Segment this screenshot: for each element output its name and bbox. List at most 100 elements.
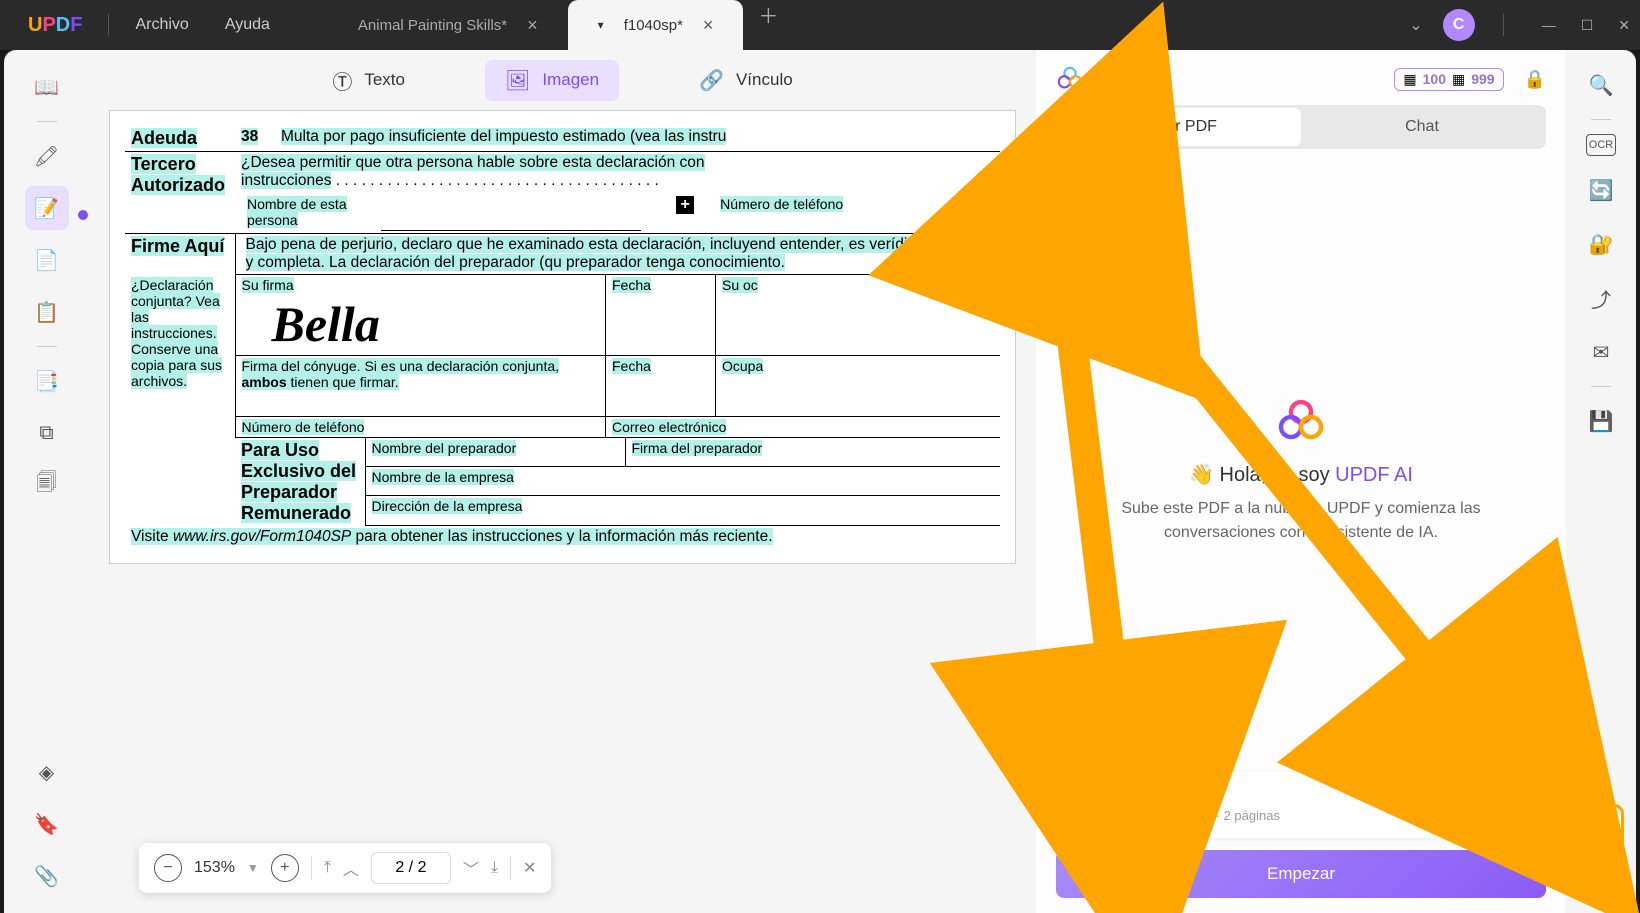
first-page-icon[interactable]: ⤒ <box>324 859 331 877</box>
lock-icon[interactable]: 🔒 <box>1524 69 1546 90</box>
tab-inactive[interactable]: Animal Painting Skills* × <box>328 0 568 50</box>
next-page-icon[interactable]: ﹀ <box>463 856 479 880</box>
divider <box>108 14 109 36</box>
divider <box>1503 14 1504 36</box>
ai-header: UPDF AI ▦100 ▦999 🔒 <box>1056 65 1546 93</box>
image-tool[interactable]: 🖼 Imagen <box>485 60 619 101</box>
pdf-file-icon: PDF <box>1071 784 1109 826</box>
file-info: f1040sp PDF · 158.5 KB · 2 páginas <box>1121 788 1280 823</box>
close-icon[interactable]: × <box>703 15 714 36</box>
prev-page-icon[interactable]: ︿ <box>343 856 359 880</box>
layers-icon[interactable]: ◈ <box>25 750 69 794</box>
active-tool-indicator <box>78 210 88 220</box>
doc-text: para obtener las instrucciones y la info… <box>351 528 772 545</box>
email-icon[interactable]: ✉ <box>1581 332 1621 372</box>
comment-tool-icon[interactable]: 🖍 <box>25 134 69 178</box>
ai-description: Sube este PDF a la nube de UPDF y comien… <box>1071 497 1531 545</box>
edit-toolbar: Ⓣ Texto 🖼 Imagen 🔗 Vínculo <box>89 50 1036 110</box>
doc-text: Nombre de la empresa <box>372 469 514 485</box>
separator <box>37 346 57 347</box>
crop-tool-icon[interactable]: ⧉ <box>25 411 69 455</box>
form-tool-icon[interactable]: 📋 <box>25 290 69 334</box>
share-icon[interactable]: ⤴ <box>1581 278 1621 318</box>
edit-tool-icon[interactable]: 📝 <box>25 186 69 230</box>
ai-big-logo-icon <box>1276 397 1326 447</box>
link-tool-label: Vínculo <box>736 70 793 90</box>
titlebar: UPDF Archivo Ayuda Animal Painting Skill… <box>0 0 1640 50</box>
main: 📖 🖍 📝 📄 📋 📑 ⧉ 🗐 ◈ 🔖 📎 Ⓣ Texto 🖼 Imagen <box>4 50 1636 913</box>
tab-active[interactable]: ▾ f1040sp* × <box>568 0 744 50</box>
avatar[interactable]: C <box>1443 9 1475 41</box>
doc-text: 38 <box>241 128 258 145</box>
link-tool[interactable]: 🔗 Vínculo <box>679 60 813 101</box>
doc-url: www.irs.gov/Form1040SP <box>173 528 351 545</box>
zoom-out-button[interactable]: − <box>154 854 182 882</box>
ai-start-button[interactable]: Empezar <box>1056 850 1546 898</box>
credit-icon: ▦ <box>1452 71 1465 88</box>
doc-text: Adeuda <box>131 128 197 148</box>
separator <box>1591 386 1611 387</box>
close-panel-icon[interactable]: ✕ <box>523 858 536 878</box>
maximize-icon[interactable]: ☐ <box>1581 17 1594 34</box>
doc-text: Ocupa <box>722 358 763 374</box>
doc-text: Su firma <box>242 277 294 293</box>
ai-greeting: 👋 Hola, yo soy UPDF AI <box>1189 462 1413 487</box>
credit-value: 999 <box>1471 71 1494 88</box>
ai-file-card: PDF f1040sp PDF · 158.5 KB · 2 páginas <box>1056 772 1546 838</box>
doc-text: ambos <box>242 374 287 390</box>
text-tool[interactable]: Ⓣ Texto <box>312 58 425 103</box>
doc-text: Nombre de esta persona <box>247 196 347 228</box>
menu-file[interactable]: Archivo <box>135 16 188 34</box>
ai-credits[interactable]: ▦ 100 ▦ 999 <box>1394 68 1503 91</box>
zoom-in-button[interactable]: + <box>271 854 299 882</box>
doc-text: tienen que firmar. <box>287 374 399 390</box>
doc-text: instrucciones <box>241 172 331 189</box>
attachment-icon[interactable]: 📎 <box>25 854 69 898</box>
doc-text: Correo electrónico <box>612 419 726 435</box>
credit-value: 100 <box>1423 71 1446 88</box>
doc-text: Su oc <box>722 277 758 293</box>
compare-tool-icon[interactable]: 🗐 <box>25 463 69 507</box>
menu-help[interactable]: Ayuda <box>225 16 270 34</box>
file-meta: PDF · 158.5 KB · 2 páginas <box>1121 808 1280 823</box>
save-icon[interactable]: 💾 <box>1581 401 1621 441</box>
convert-icon[interactable]: 🔄 <box>1581 170 1621 210</box>
close-icon[interactable]: × <box>527 15 538 36</box>
comment-icon[interactable]: 💬 <box>1581 858 1621 898</box>
new-tab-button[interactable]: ＋ <box>758 0 778 50</box>
page-input[interactable]: 2 / 2 <box>371 852 451 884</box>
chevron-down-icon[interactable]: ⌄ <box>1409 15 1422 35</box>
ai-panel: UPDF AI ▦100 ▦999 🔒 Pedir PDF Chat 👋 Hol… <box>1036 50 1566 913</box>
close-icon[interactable]: ✕ <box>1618 17 1630 34</box>
separator <box>510 856 511 880</box>
minimize-icon[interactable]: — <box>1542 17 1556 34</box>
last-page-icon[interactable]: ⤓ <box>491 859 498 877</box>
ai-tabs: Pedir PDF Chat <box>1056 105 1546 149</box>
ai-launcher-button[interactable] <box>1578 804 1624 850</box>
page-tool-icon[interactable]: 📄 <box>25 238 69 282</box>
ocr-icon[interactable]: OCR <box>1586 134 1616 156</box>
credit-icon: ▦ <box>1403 71 1416 88</box>
bookmark-icon[interactable]: 🔖 <box>25 802 69 846</box>
ai-tab-chat[interactable]: Chat <box>1301 108 1543 146</box>
search-icon[interactable]: 🔍 <box>1581 65 1621 105</box>
separator <box>311 856 312 880</box>
doc-text: Bajo pena de perjurio, declaro que he ex… <box>246 236 989 271</box>
reader-tool-icon[interactable]: 📖 <box>25 65 69 109</box>
organize-tool-icon[interactable]: 📑 <box>25 359 69 403</box>
tab-dropdown-icon[interactable]: ▾ <box>598 18 604 32</box>
protect-icon[interactable]: 🔐 <box>1581 224 1621 264</box>
ai-tab-pdf[interactable]: Pedir PDF <box>1059 108 1301 146</box>
document-viewport[interactable]: Adeuda 38 Multa por pago insuficiente de… <box>89 110 1036 913</box>
content-area: Ⓣ Texto 🖼 Imagen 🔗 Vínculo Adeuda 38 Mul… <box>89 50 1036 913</box>
file-name: f1040sp <box>1121 788 1280 806</box>
titlebar-right: ⌄ C — ☐ ✕ <box>1409 9 1630 41</box>
zoom-bar: − 153% ▼ + ⤒ ︿ 2 / 2 ﹀ ⤓ ✕ <box>139 843 551 893</box>
zoom-dropdown-icon[interactable]: ▼ <box>247 861 259 875</box>
doc-text: Visite <box>131 528 173 545</box>
image-tool-label: Imagen <box>542 70 599 90</box>
doc-text: Dirección de la empresa <box>372 498 523 514</box>
doc-text: ¿Desea permitir que otra persona hable s… <box>241 154 705 171</box>
doc-text: ¿Declaración conjunta? Vea las instrucci… <box>131 277 222 389</box>
app-logo: UPDF <box>28 14 82 37</box>
